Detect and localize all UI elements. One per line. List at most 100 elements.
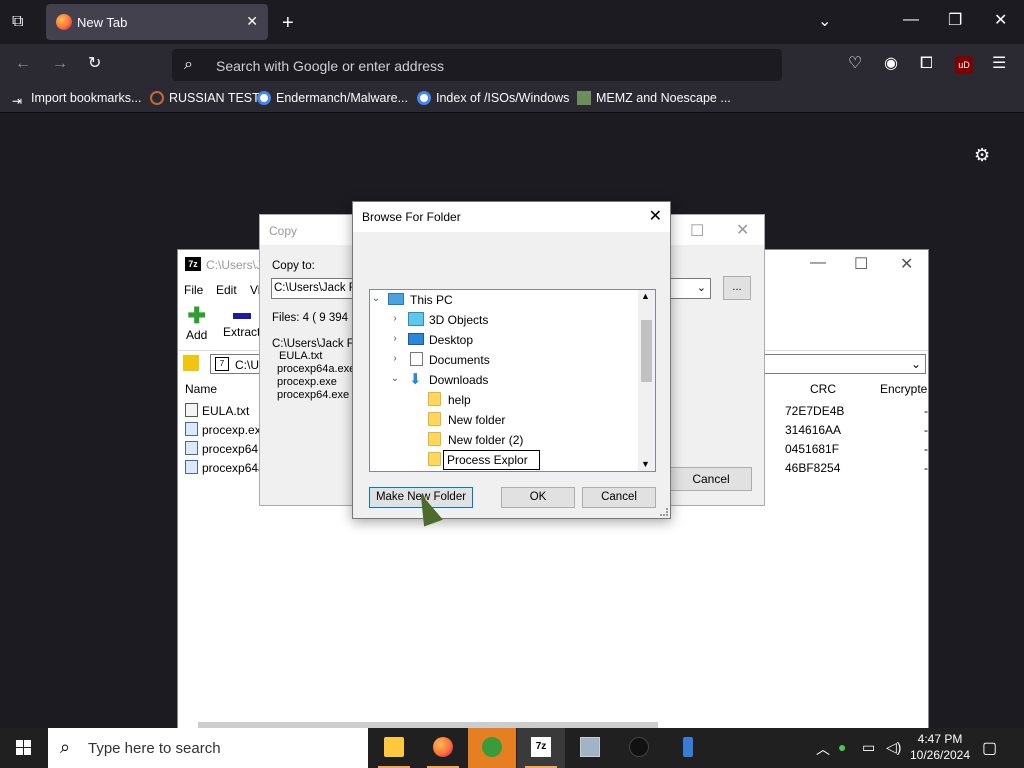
chevron-down-icon[interactable]: ⌄ xyxy=(371,293,381,304)
chevron-down-icon[interactable]: ⌄ xyxy=(818,14,831,30)
tree-node-documents[interactable]: › Documents xyxy=(370,350,640,370)
pocket-icon[interactable]: ♡ xyxy=(848,56,862,72)
bookmark-endermanch[interactable]: Endermanch/Malware... xyxy=(257,91,408,105)
tab-new-tab[interactable]: New Tab ✕ xyxy=(46,4,268,40)
chevron-up-icon[interactable]: ︿ xyxy=(816,739,830,759)
bookmarks-toolbar: ⇥ Import bookmarks... RUSSIAN TEST Enderm… xyxy=(0,86,1024,113)
tree-node-downloads[interactable]: ⌄ ⬇ Downloads xyxy=(370,370,640,390)
app-taskbar-button[interactable] xyxy=(468,728,516,768)
menu-icon[interactable]: ☰ xyxy=(992,56,1006,72)
text-file-icon xyxy=(185,403,198,417)
users-icon xyxy=(482,737,502,757)
cancel-button[interactable]: Cancel xyxy=(582,487,656,508)
folder-name-edit-field[interactable]: Process Explor xyxy=(443,450,540,470)
list-item: procexp64.exe xyxy=(277,389,350,401)
extract-button[interactable]: Extract xyxy=(223,304,260,339)
chevron-down-icon[interactable]: ⌄ xyxy=(390,373,400,384)
chevron-down-icon[interactable]: ⌄ xyxy=(911,357,921,371)
chevron-down-icon[interactable]: ⌄ xyxy=(697,281,706,294)
maximize-icon[interactable]: ☐ xyxy=(690,221,704,241)
restore-icon[interactable]: ❐ xyxy=(948,13,962,29)
search-icon: ⌕ xyxy=(184,56,193,73)
forward-icon[interactable]: → xyxy=(52,56,68,72)
tree-node-desktop[interactable]: › Desktop xyxy=(370,330,640,350)
tree-node-this-pc[interactable]: ⌄ This PC xyxy=(370,290,640,310)
app-taskbar-button[interactable] xyxy=(664,728,712,768)
folder-up-icon[interactable] xyxy=(183,355,199,371)
tree-node-3d-objects[interactable]: › 3D Objects xyxy=(370,310,640,330)
taskbar-clock[interactable]: 4:47 PM 10/26/2024 xyxy=(905,731,975,763)
app-taskbar-button[interactable] xyxy=(615,728,663,768)
usb-drive-icon xyxy=(683,737,693,757)
7zip-taskbar-button[interactable]: 7z xyxy=(517,728,565,768)
close-tab-icon[interactable]: ✕ xyxy=(246,13,258,30)
7zip-logo-icon: 7z xyxy=(185,257,201,271)
bookmark-memz[interactable]: MEMZ and Noescape ... xyxy=(577,91,731,105)
file-name: procexp64a xyxy=(202,461,265,475)
file-crc: 46BF8254 xyxy=(785,461,841,475)
folder-tree: ⌄ This PC › 3D Objects › Desktop › Docum… xyxy=(369,289,656,472)
tree-node-help[interactable]: help xyxy=(370,390,640,410)
address-bar[interactable]: ⌕ Search with Google or enter address xyxy=(172,49,782,81)
start-button[interactable] xyxy=(0,728,48,768)
browse-dialog-title-bar: Browse For Folder ✕ xyxy=(353,202,670,232)
scroll-down-icon[interactable]: ▼ xyxy=(641,459,650,469)
list-item: procexp.exe xyxy=(277,376,337,388)
close-window-icon[interactable]: ✕ xyxy=(994,13,1007,29)
tree-node-new-folder-2[interactable]: New folder (2) xyxy=(370,430,640,450)
tree-node-new-folder[interactable]: New folder xyxy=(370,410,640,430)
add-button[interactable]: ✚ Add xyxy=(186,304,207,343)
account-icon[interactable]: ◉ xyxy=(884,56,898,72)
network-icon[interactable]: ▭ xyxy=(862,739,875,756)
close-icon[interactable]: ✕ xyxy=(649,206,662,226)
resize-grip-icon[interactable] xyxy=(660,508,668,516)
list-all-tabs-icon[interactable]: ⧉ xyxy=(12,14,23,30)
firefox-icon xyxy=(433,737,453,757)
maximize-icon[interactable]: ☐ xyxy=(854,254,868,274)
copy-cancel-button[interactable]: Cancel xyxy=(670,467,752,491)
column-encrypted[interactable]: Encrypte xyxy=(880,382,927,396)
reload-icon[interactable]: ↻ xyxy=(88,56,101,72)
close-icon[interactable]: ✕ xyxy=(900,254,913,274)
scroll-up-icon[interactable]: ▲ xyxy=(641,291,650,301)
list-item: EULA.txt xyxy=(279,350,323,362)
file-explorer-taskbar-button[interactable] xyxy=(370,728,418,768)
taskbar-search-box[interactable]: ⌕ Type here to search xyxy=(48,728,368,768)
notification-icon[interactable]: ▢ xyxy=(982,738,997,758)
minimize-icon[interactable]: — xyxy=(903,12,919,28)
menu-edit[interactable]: Edit xyxy=(216,283,237,297)
file-encrypted: - xyxy=(924,461,928,475)
exe-file-icon xyxy=(185,422,198,436)
new-tab-icon[interactable]: + xyxy=(282,13,294,33)
bookmark-import[interactable]: ⇥ Import bookmarks... xyxy=(12,91,141,108)
back-icon[interactable]: ← xyxy=(15,56,31,72)
bookmark-russian-test[interactable]: RUSSIAN TEST xyxy=(150,91,260,105)
column-name[interactable]: Name xyxy=(185,382,217,396)
chevron-right-icon[interactable]: › xyxy=(390,333,400,344)
bookmark-isos[interactable]: Index of /ISOs/Windows xyxy=(417,91,569,105)
column-crc[interactable]: CRC xyxy=(810,382,836,396)
extensions-icon[interactable]: ⧠ xyxy=(920,56,933,72)
file-name: EULA.txt xyxy=(202,404,250,418)
volume-icon[interactable]: ◁) xyxy=(886,739,901,756)
ok-button[interactable]: OK xyxy=(501,487,575,508)
user-tray-icon[interactable]: ● xyxy=(838,739,846,755)
close-icon[interactable]: ✕ xyxy=(736,220,749,240)
minimize-icon[interactable]: — xyxy=(810,254,826,272)
file-crc: 72E7DE4B xyxy=(785,404,845,418)
source-path: C:\Users\Jack F xyxy=(272,338,354,350)
vertical-scrollbar[interactable]: ▲ ▼ xyxy=(638,290,655,471)
files-info: Files: 4 ( 9 394 xyxy=(272,312,349,324)
firefox-taskbar-button[interactable] xyxy=(419,728,467,768)
file-name: procexp64. xyxy=(202,442,262,456)
chevron-right-icon[interactable]: › xyxy=(390,353,400,364)
chevron-right-icon[interactable]: › xyxy=(390,313,400,324)
ublock-icon[interactable]: uD xyxy=(955,56,973,74)
browse-button[interactable]: ... xyxy=(723,276,751,300)
scroll-thumb[interactable] xyxy=(641,320,652,382)
file-crc: 314616AA xyxy=(785,423,842,437)
gear-icon[interactable]: ⚙ xyxy=(974,145,990,166)
app-taskbar-button[interactable] xyxy=(566,728,614,768)
google-icon xyxy=(417,91,431,105)
menu-file[interactable]: File xyxy=(184,283,203,297)
